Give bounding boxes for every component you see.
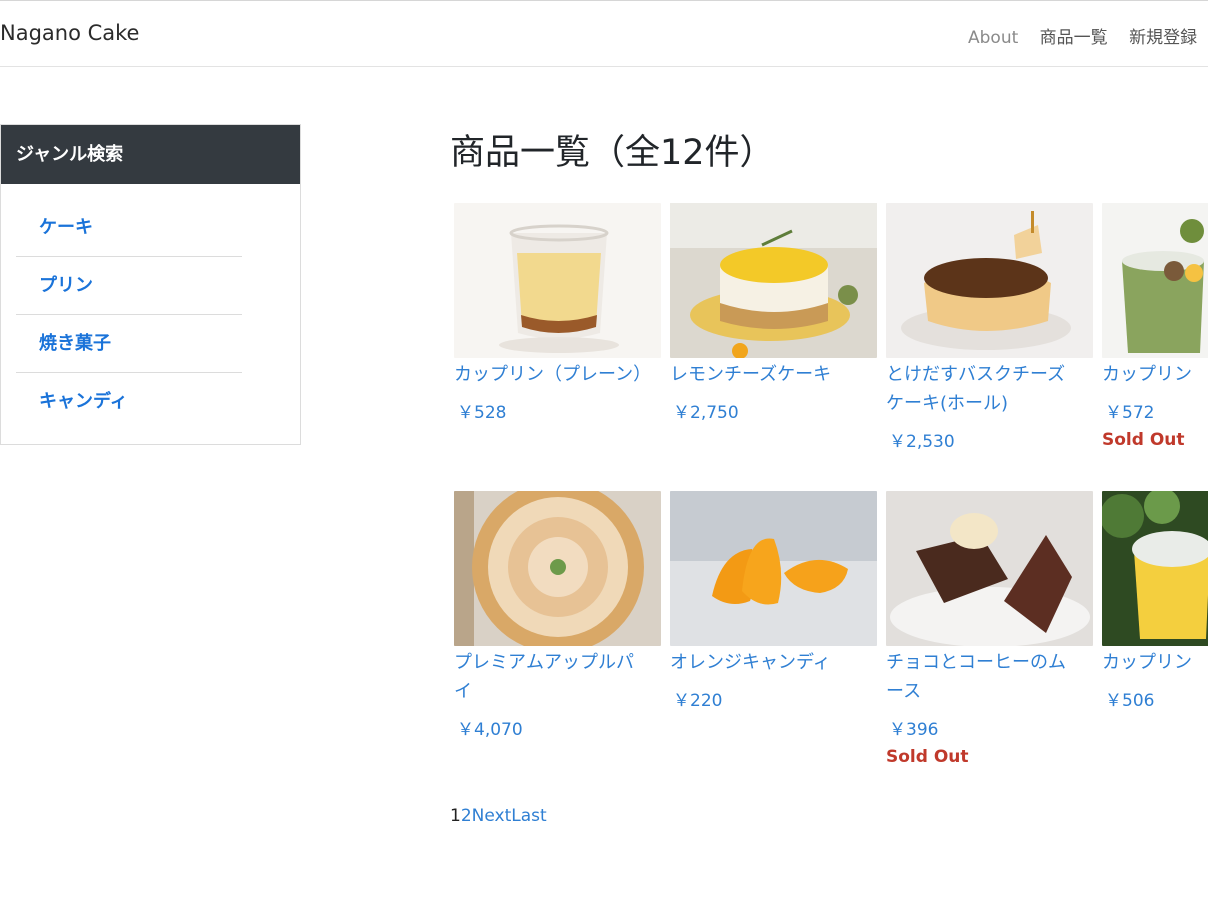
product-image-apple-pie[interactable] — [454, 491, 661, 646]
product-name[interactable]: カップリン — [1102, 648, 1208, 677]
product-card: レモンチーズケーキ ￥2,750 — [670, 203, 877, 423]
sold-out-label: Sold Out — [886, 747, 969, 767]
genre-link-candy[interactable]: キャンディ — [16, 373, 242, 431]
nav-products-link[interactable]: 商品一覧 — [1040, 23, 1108, 48]
product-name[interactable]: チョコとコーヒーのムース — [886, 648, 1076, 706]
product-price: ￥2,750 — [673, 403, 739, 423]
product-price: ￥506 — [1105, 691, 1155, 711]
pagination: 12NextLast — [450, 806, 547, 826]
product-image-lemon-cheesecake[interactable] — [670, 203, 877, 358]
product-image-pudding-cup[interactable] — [1102, 491, 1208, 646]
product-price: ￥2,530 — [889, 432, 955, 452]
product-price: ￥396 — [889, 720, 939, 740]
nav-about-link[interactable]: About — [968, 28, 1018, 48]
nav-links: About 商品一覧 新規登録 — [968, 23, 1208, 48]
product-price: ￥4,070 — [457, 720, 523, 740]
sold-out-label: Sold Out — [1102, 430, 1185, 450]
genre-item: キャンディ — [16, 373, 242, 431]
product-name[interactable]: プレミアムアップルパイ — [454, 648, 644, 706]
nav-signup-link[interactable]: 新規登録 — [1129, 23, 1197, 48]
product-price: ￥572 — [1105, 403, 1155, 423]
product-image-basque-cheesecake[interactable] — [886, 203, 1093, 358]
product-price: ￥528 — [457, 403, 507, 423]
genre-item: プリン — [16, 257, 242, 315]
genre-search-panel: ジャンル検索 ケーキ プリン 焼き菓子 キャンディ — [0, 124, 301, 445]
pagination-last-link[interactable]: Last — [511, 806, 546, 826]
brand-logo-link[interactable]: Nagano Cake — [0, 21, 139, 45]
product-card: とけだすバスクチーズケーキ(ホール) ￥2,530 — [886, 203, 1093, 452]
product-image-choco-coffee-mousse[interactable] — [886, 491, 1093, 646]
product-card: カップリン（プレーン） ￥528 — [454, 203, 661, 423]
product-card: カップリン ￥506 — [1102, 491, 1208, 711]
page-title: 商品一覧（全12件） — [450, 133, 775, 173]
genre-item: ケーキ — [16, 199, 242, 257]
product-image-pudding-plain[interactable] — [454, 203, 661, 358]
pagination-current-page: 1 — [450, 806, 461, 826]
genre-item: 焼き菓子 — [16, 315, 242, 373]
genre-link-pudding[interactable]: プリン — [16, 257, 242, 315]
genre-search-header: ジャンル検索 — [1, 125, 300, 184]
product-card: カップリン ￥572 Sold Out — [1102, 203, 1208, 450]
product-card: チョコとコーヒーのムース ￥396 Sold Out — [886, 491, 1093, 767]
product-card: プレミアムアップルパイ ￥4,070 — [454, 491, 661, 740]
product-image-orange-candy[interactable] — [670, 491, 877, 646]
pagination-page-2-link[interactable]: 2 — [461, 806, 472, 826]
product-name[interactable]: レモンチーズケーキ — [670, 360, 860, 389]
product-name[interactable]: カップリン（プレーン） — [454, 360, 651, 389]
product-name[interactable]: オレンジキャンディ — [670, 648, 860, 677]
product-card: オレンジキャンディ ￥220 — [670, 491, 877, 711]
genre-list: ケーキ プリン 焼き菓子 キャンディ — [1, 184, 300, 431]
genre-link-cake[interactable]: ケーキ — [16, 199, 242, 257]
top-navbar: Nagano Cake About 商品一覧 新規登録 — [0, 0, 1208, 67]
genre-link-baked-goods[interactable]: 焼き菓子 — [16, 315, 242, 373]
product-name[interactable]: カップリン — [1102, 360, 1208, 389]
product-grid: カップリン（プレーン） ￥528 レモンチーズケーキ ￥2,750 とけだすバス… — [454, 203, 1208, 803]
product-image-matcha-pudding[interactable] — [1102, 203, 1208, 358]
product-price: ￥220 — [673, 691, 723, 711]
pagination-next-link[interactable]: Next — [472, 806, 512, 826]
product-name[interactable]: とけだすバスクチーズケーキ(ホール) — [886, 360, 1076, 418]
